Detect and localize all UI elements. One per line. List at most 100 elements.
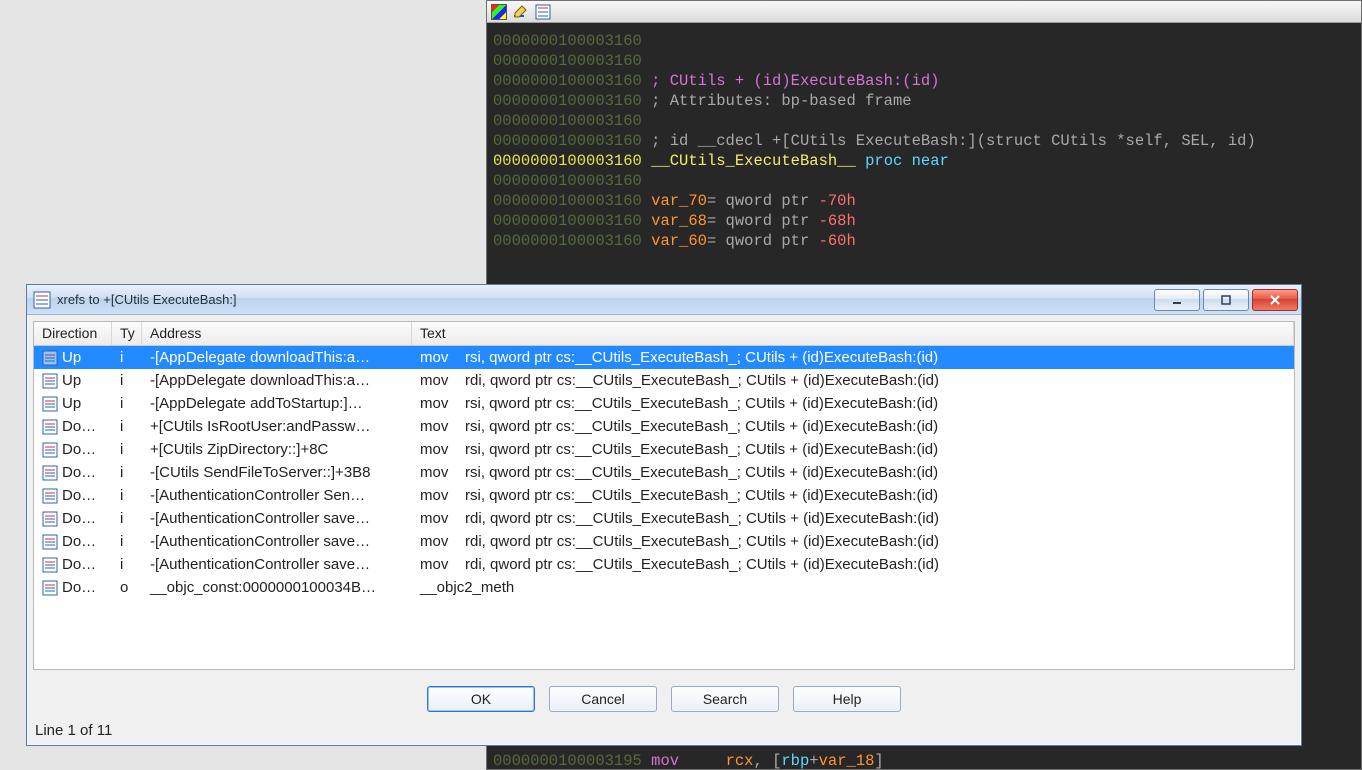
xref-address: -[AuthenticationController save… <box>142 533 412 550</box>
xref-address: __objc_const:0000000100034B… <box>142 579 412 596</box>
xref-type: i <box>112 418 142 435</box>
direction-text: Do… <box>62 441 96 458</box>
xref-row[interactable]: Up i-[AppDelegate addToStartup:]…mov rsi,… <box>34 392 1294 415</box>
xref-address: -[AuthenticationController Sen… <box>142 487 412 504</box>
disasm-line[interactable]: 0000000100003160 ; CUtils + (id)ExecuteB… <box>493 71 1355 91</box>
header-text[interactable]: Text <box>412 322 1294 345</box>
xref-address: -[AuthenticationController save… <box>142 510 412 527</box>
xref-address: +[CUtils ZipDirectory::]+8C <box>142 441 412 458</box>
disassembly-toolbar <box>487 1 1361 23</box>
disasm-line[interactable]: 0000000100003160 ; id __cdecl +[CUtils E… <box>493 131 1355 151</box>
xref-direction: Do… <box>34 533 112 550</box>
dialog-button-bar: OK Cancel Search Help <box>27 676 1301 718</box>
window-controls <box>1154 289 1301 311</box>
xref-direction: Do… <box>34 510 112 527</box>
disasm-line[interactable]: 0000000100003160 <box>493 171 1355 191</box>
cancel-button[interactable]: Cancel <box>549 686 657 712</box>
direction-text: Do… <box>62 510 96 527</box>
xref-row[interactable]: Do… i+[CUtils ZipDirectory::]+8Cmov rsi, … <box>34 438 1294 461</box>
xref-address: -[AppDelegate downloadThis:a… <box>142 372 412 389</box>
xref-type: i <box>112 464 142 481</box>
xref-text: mov rsi, qword ptr cs:__CUtils_ExecuteBa… <box>412 487 1294 504</box>
direction-text: Do… <box>62 464 96 481</box>
xref-text: mov rdi, qword ptr cs:__CUtils_ExecuteBa… <box>412 510 1294 527</box>
xref-direction: Up <box>34 395 112 412</box>
xref-type: i <box>112 556 142 573</box>
xref-row[interactable]: Up i-[AppDelegate downloadThis:a…mov rdi,… <box>34 369 1294 392</box>
xref-address: -[AppDelegate addToStartup:]… <box>142 395 412 412</box>
disasm-line[interactable]: 0000000100003160 <box>493 31 1355 51</box>
xref-address: -[CUtils SendFileToServer::]+3B8 <box>142 464 412 481</box>
direction-text: Do… <box>62 418 96 435</box>
direction-text: Up <box>62 372 81 389</box>
direction-text: Up <box>62 395 81 412</box>
disasm-line[interactable]: 0000000100003160 var_68= qword ptr -68h <box>493 211 1355 231</box>
help-button[interactable]: Help <box>793 686 901 712</box>
direction-text: Do… <box>62 487 96 504</box>
xref-address: +[CUtils IsRootUser:andPassw… <box>142 418 412 435</box>
search-button[interactable]: Search <box>671 686 779 712</box>
edit-icon[interactable] <box>513 4 529 20</box>
xref-address: -[AppDelegate downloadThis:a… <box>142 349 412 366</box>
xref-direction: Do… <box>34 464 112 481</box>
xref-text: mov rsi, qword ptr cs:__CUtils_ExecuteBa… <box>412 441 1294 458</box>
disasm-line[interactable]: 0000000100003160 __CUtils_ExecuteBash__ … <box>493 151 1355 171</box>
xrefs-rows[interactable]: Upi-[AppDelegate downloadThis:a…mov rsi,… <box>34 346 1294 669</box>
xref-text: mov rsi, qword ptr cs:__CUtils_ExecuteBa… <box>412 349 1294 366</box>
xref-type: i <box>112 441 142 458</box>
direction-text: Do… <box>62 556 96 573</box>
xref-direction: Up <box>34 349 112 366</box>
minimize-button[interactable] <box>1154 289 1200 311</box>
xref-text: mov rsi, qword ptr cs:__CUtils_ExecuteBa… <box>412 395 1294 412</box>
xref-direction: Up <box>34 372 112 389</box>
disasm-line[interactable]: 0000000100003160 <box>493 111 1355 131</box>
xref-row[interactable]: Up i-[AppDelegate downloadThis:a…mov rsi,… <box>34 346 1294 369</box>
ok-button[interactable]: OK <box>427 686 535 712</box>
xref-direction: Do… <box>34 487 112 504</box>
disasm-line[interactable]: 0000000100003195 mov rcx, [rbp+var_18] <box>493 751 1355 769</box>
xref-direction: Do… <box>34 441 112 458</box>
xrefs-dialog: xrefs to +[CUtils ExecuteBash:] Directio… <box>26 284 1302 746</box>
xref-text: mov rdi, qword ptr cs:__CUtils_ExecuteBa… <box>412 533 1294 550</box>
xref-type: i <box>112 395 142 412</box>
dialog-title: xrefs to +[CUtils ExecuteBash:] <box>57 292 237 307</box>
xrefs-list: Direction Ty Address Text Upi-[AppDelega… <box>33 321 1295 670</box>
xref-text: mov rsi, qword ptr cs:__CUtils_ExecuteBa… <box>412 464 1294 481</box>
close-button[interactable] <box>1252 289 1298 311</box>
direction-text: Do… <box>62 533 96 550</box>
disasm-line[interactable]: 0000000100003160 var_60= qword ptr -60h <box>493 231 1355 251</box>
xref-row[interactable]: Do… i-[AuthenticationController save…mov … <box>34 530 1294 553</box>
direction-text: Up <box>62 349 81 366</box>
column-headers[interactable]: Direction Ty Address Text <box>34 322 1294 346</box>
header-direction[interactable]: Direction <box>34 322 112 345</box>
xref-direction: Do… <box>34 418 112 435</box>
xref-text: mov rdi, qword ptr cs:__CUtils_ExecuteBa… <box>412 372 1294 389</box>
xref-text: __objc2_meth <box>412 579 1294 596</box>
xref-type: i <box>112 372 142 389</box>
xref-row[interactable]: Do… i-[AuthenticationController save…mov … <box>34 553 1294 576</box>
xref-direction: Do… <box>34 579 112 596</box>
status-line: Line 1 of 11 <box>27 718 1301 745</box>
xref-row[interactable]: Do… i-[AuthenticationController Sen…mov r… <box>34 484 1294 507</box>
maximize-button[interactable] <box>1203 289 1249 311</box>
xref-type: i <box>112 487 142 504</box>
xref-row[interactable]: Do…i+[CUtils IsRootUser:andPassw…mov rsi… <box>34 415 1294 438</box>
dialog-appicon <box>33 291 51 309</box>
xref-row[interactable]: Do… i-[CUtils SendFileToServer::]+3B8mov … <box>34 461 1294 484</box>
xref-text: mov rdi, qword ptr cs:__CUtils_ExecuteBa… <box>412 556 1294 573</box>
header-type[interactable]: Ty <box>112 322 142 345</box>
xref-address: -[AuthenticationController save… <box>142 556 412 573</box>
disasm-line[interactable]: 0000000100003160 ; Attributes: bp-based … <box>493 91 1355 111</box>
xref-type: i <box>112 533 142 550</box>
dialog-titlebar[interactable]: xrefs to +[CUtils ExecuteBash:] <box>27 285 1301 315</box>
xref-graph-icon[interactable] <box>535 4 551 20</box>
disasm-line[interactable]: 0000000100003160 <box>493 51 1355 71</box>
xref-type: i <box>112 349 142 366</box>
disasm-line[interactable]: 0000000100003160 var_70= qword ptr -70h <box>493 191 1355 211</box>
direction-text: Do… <box>62 579 96 596</box>
header-address[interactable]: Address <box>142 322 412 345</box>
xref-type: i <box>112 510 142 527</box>
xref-row[interactable]: Do…o__objc_const:0000000100034B…__objc2_… <box>34 576 1294 599</box>
color-options-icon[interactable] <box>491 4 507 20</box>
xref-row[interactable]: Do… i-[AuthenticationController save…mov … <box>34 507 1294 530</box>
